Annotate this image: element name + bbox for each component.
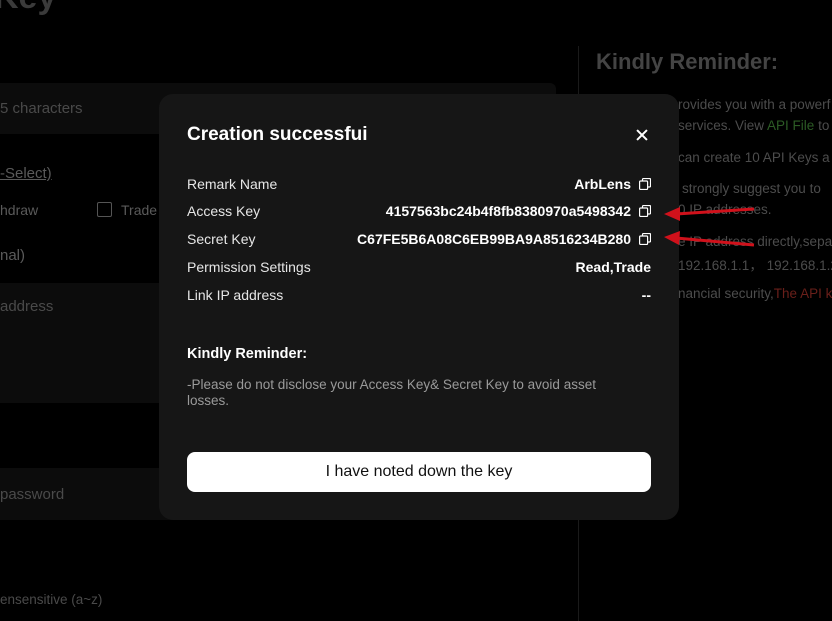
side-reminder-line: 192.168.1.1， 192.168.1.2 [678, 258, 832, 273]
ip-placeholder: address [0, 298, 54, 315]
field-row-link-ip: Link IP address -- [187, 285, 651, 305]
side-reminder-line: e IP address directly,sepa [678, 234, 832, 249]
field-value: ArbLens [574, 176, 631, 192]
field-value: Read,Trade [575, 259, 651, 275]
side-reminder-line: strongly suggest you to [682, 181, 821, 196]
field-row-remark-name: Remark Name ArbLens [187, 174, 651, 194]
field-row-access-key: Access Key 4157563bc24b4f8fb8380970a5498… [187, 201, 651, 221]
side-reminder-line: rovides you with a powerf [678, 97, 831, 112]
page-title: Key [0, 0, 56, 17]
side-reminder-line: 0 IP addresses. [678, 202, 772, 217]
reminder-text: -Please do not disclose your Access Key&… [187, 377, 596, 408]
secret-key-value: C67FE5B6A08C6EB99BA9A8516234B280 [357, 231, 631, 247]
copy-icon[interactable] [639, 205, 651, 217]
copy-icon[interactable] [639, 233, 651, 245]
access-key-value: 4157563bc24b4f8fb8380970a5498342 [385, 203, 631, 219]
api-name-placeholder: 5 characters [0, 100, 83, 117]
copy-icon[interactable] [639, 178, 651, 190]
field-label: Access Key [187, 203, 261, 219]
noted-key-button[interactable]: I have noted down the key [187, 452, 651, 492]
side-reminder-line: services. View API File to [678, 118, 830, 133]
api-file-link[interactable]: API File [767, 118, 814, 133]
password-placeholder: password [0, 486, 65, 503]
field-row-permission-settings: Permission Settings Read,Trade [187, 257, 651, 277]
trade-checkbox[interactable] [97, 202, 112, 217]
dialog-title: Creation successfui [187, 124, 368, 145]
field-row-secret-key: Secret Key C67FE5B6A08C6EB99BA9A8516234B… [187, 229, 651, 249]
field-value: -- [641, 287, 651, 303]
creation-success-dialog: Creation successfui Remark Name ArbLens … [159, 94, 679, 520]
close-icon[interactable] [632, 125, 652, 145]
field-label: Secret Key [187, 231, 256, 247]
case-hint: ensensitive (a~z) [0, 592, 103, 607]
side-reminder-title: Kindly Reminder: [596, 49, 779, 74]
side-reminder-line: nancial security,The API k [678, 286, 832, 301]
withdraw-label: hdraw [0, 202, 39, 218]
field-label: Permission Settings [187, 259, 311, 275]
reminder-title: Kindly Reminder: [187, 346, 308, 362]
field-label: Remark Name [187, 176, 278, 192]
side-reminder-line: can create 10 API Keys a [678, 150, 830, 165]
field-label: Link IP address [187, 287, 284, 303]
ip-label: nal) [0, 247, 26, 264]
trade-label: Trade [121, 202, 158, 218]
permissions-label: -Select) [0, 165, 52, 182]
